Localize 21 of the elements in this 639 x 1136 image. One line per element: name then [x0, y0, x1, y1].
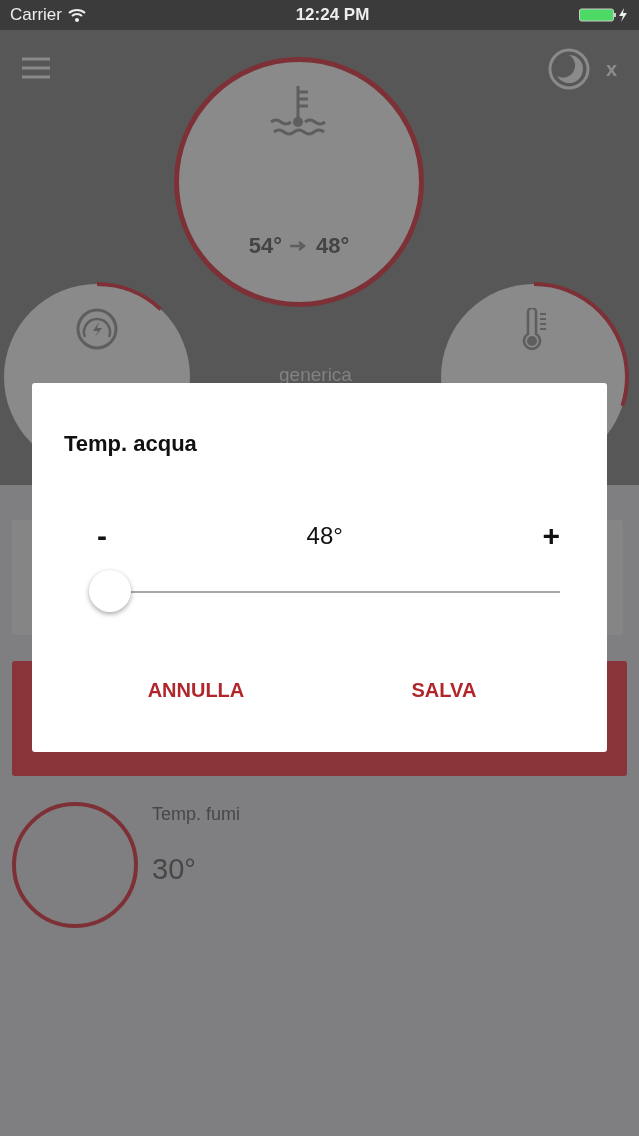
current-temperature: 54° — [248, 233, 282, 259]
smoke-temperature-label: Temp. fumi — [152, 804, 241, 825]
water-temperature-icon — [269, 84, 328, 136]
wifi-icon — [67, 8, 86, 22]
temperature-value: 48° — [306, 522, 343, 550]
dialog-button[interactable]: ANNULLA — [139, 675, 253, 706]
carrier-label: Carrier — [10, 5, 62, 25]
dialog-title: Temp. acqua — [64, 431, 198, 457]
status-time: 12:24 PM — [295, 5, 370, 25]
decrease-button[interactable]: - — [97, 519, 107, 553]
menu-icon[interactable] — [22, 57, 50, 79]
thermometer-icon — [520, 308, 548, 350]
lightning-gauge-icon — [76, 308, 118, 350]
battery-charging-icon — [579, 7, 629, 23]
arrow-icon — [289, 241, 308, 251]
dialog-button[interactable]: SALVA — [403, 675, 485, 706]
increase-button[interactable]: + — [542, 519, 560, 553]
timer-icon[interactable] — [547, 48, 590, 90]
smoke-temperature-value: 30° — [152, 853, 197, 886]
target-temperature: 48° — [315, 233, 350, 259]
slider-thumb[interactable] — [89, 570, 131, 612]
